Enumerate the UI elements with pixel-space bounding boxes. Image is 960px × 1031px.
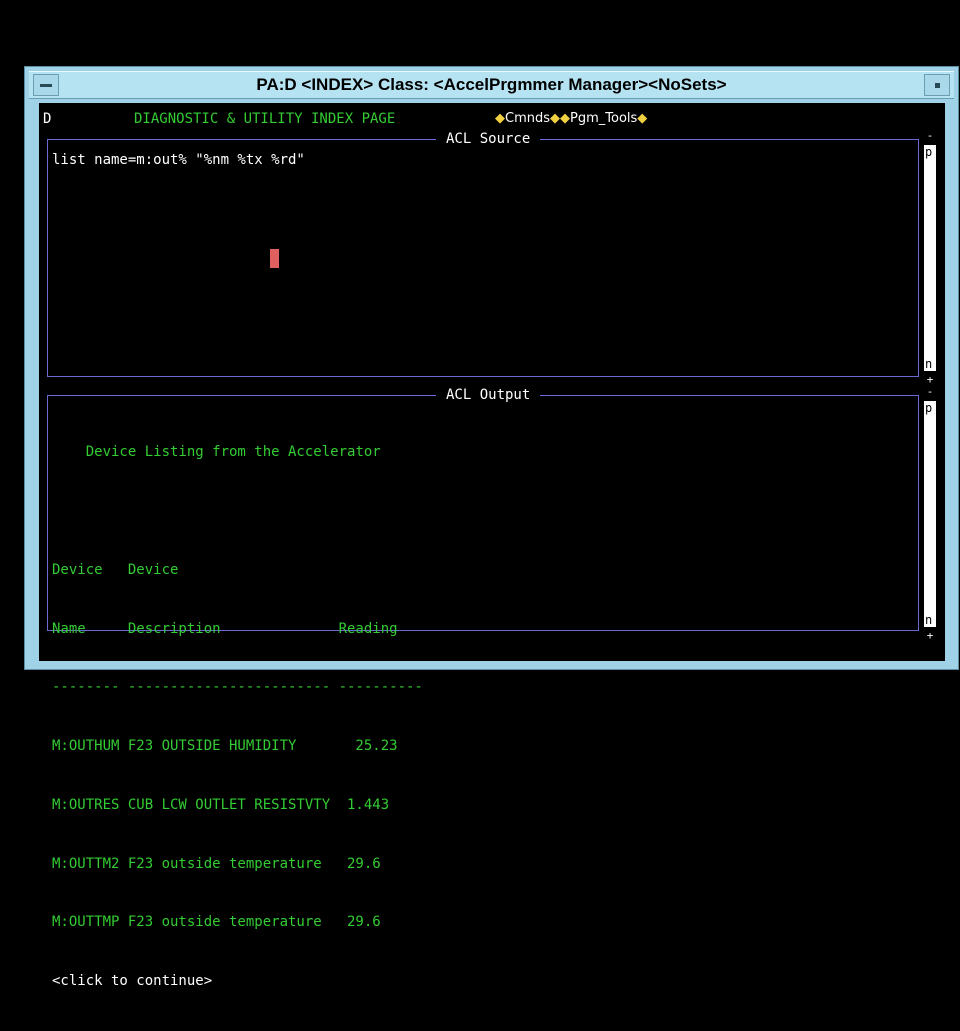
scroll-bottom-button[interactable]: + bbox=[923, 630, 937, 641]
acl-output-panel[interactable]: ACL Output Device Listing from the Accel… bbox=[47, 386, 919, 989]
page-down-button[interactable]: n bbox=[925, 613, 935, 627]
window-menu-icon bbox=[40, 84, 52, 87]
window-menu-button[interactable] bbox=[33, 74, 59, 96]
column-header-1: Device Device bbox=[52, 561, 179, 578]
diamond-icon: ◆◆ bbox=[550, 111, 571, 126]
menu-cmnds[interactable]: Cmnds bbox=[505, 111, 550, 126]
menu-pgm-tools[interactable]: Pgm_Tools bbox=[570, 111, 637, 126]
maximize-icon bbox=[935, 83, 940, 88]
output-scrollbar[interactable]: - p n + bbox=[923, 386, 937, 641]
output-title: Device Listing from the Accelerator bbox=[52, 443, 423, 463]
page-heading: DIAGNOSTIC & UTILITY INDEX PAGE bbox=[134, 111, 396, 127]
acl-source-panel[interactable]: ACL Source list name=m:out% "%nm %tx %rd… bbox=[47, 130, 919, 377]
source-scrollbar[interactable]: - p n + bbox=[923, 130, 937, 385]
acl-output-text: Device Listing from the Accelerator Devi… bbox=[52, 404, 423, 1031]
scroll-top-button[interactable]: - bbox=[923, 386, 937, 397]
scroll-top-button[interactable]: - bbox=[923, 130, 937, 141]
diamond-icon: ◆ bbox=[495, 111, 505, 126]
scroll-bottom-button[interactable]: + bbox=[923, 374, 937, 385]
page-down-button[interactable]: n bbox=[925, 357, 935, 371]
menu-bar: ◆Cmnds◆◆Pgm_Tools◆ bbox=[495, 111, 647, 126]
table-row: M:OUTRES CUB LCW OUTLET RESISTVTY 1.443 bbox=[52, 796, 390, 813]
table-row: M:OUTTM2 F23 outside temperature 29.6 bbox=[52, 855, 381, 872]
output-title-text: Device Listing from the Accelerator bbox=[85, 444, 381, 461]
table-row: M:OUTHUM F23 OUTSIDE HUMIDITY 25.23 bbox=[52, 738, 398, 755]
page-up-button[interactable]: p bbox=[925, 145, 935, 159]
scroll-track[interactable]: p n bbox=[924, 401, 936, 627]
column-header-2: Name Description Reading bbox=[52, 620, 398, 637]
terminal-area: D DIAGNOSTIC & UTILITY INDEX PAGE ◆Cmnds… bbox=[39, 103, 945, 989]
title-bar[interactable]: PA:D <INDEX> Class: <AccelPrgmmer Manage… bbox=[29, 71, 954, 99]
column-separator: -------- ------------------------ ------… bbox=[52, 679, 423, 696]
acl-output-label: ACL Output bbox=[436, 386, 541, 404]
page-up-button[interactable]: p bbox=[925, 401, 935, 415]
app-window: PA:D <INDEX> Class: <AccelPrgmmer Manage… bbox=[24, 66, 959, 989]
scroll-track[interactable]: p n bbox=[924, 145, 936, 371]
page-letter: D bbox=[43, 111, 52, 127]
maximize-button[interactable] bbox=[924, 74, 950, 96]
acl-source-label: ACL Source bbox=[436, 130, 541, 148]
text-cursor bbox=[270, 249, 279, 268]
diamond-icon: ◆ bbox=[637, 111, 648, 126]
window-title: PA:D <INDEX> Class: <AccelPrgmmer Manage… bbox=[256, 75, 727, 94]
acl-source-text[interactable]: list name=m:out% "%nm %tx %rd" bbox=[52, 152, 305, 168]
click-to-continue[interactable]: <click to continue> bbox=[52, 972, 423, 992]
table-row: M:OUTTMP F23 outside temperature 29.6 bbox=[52, 914, 381, 931]
